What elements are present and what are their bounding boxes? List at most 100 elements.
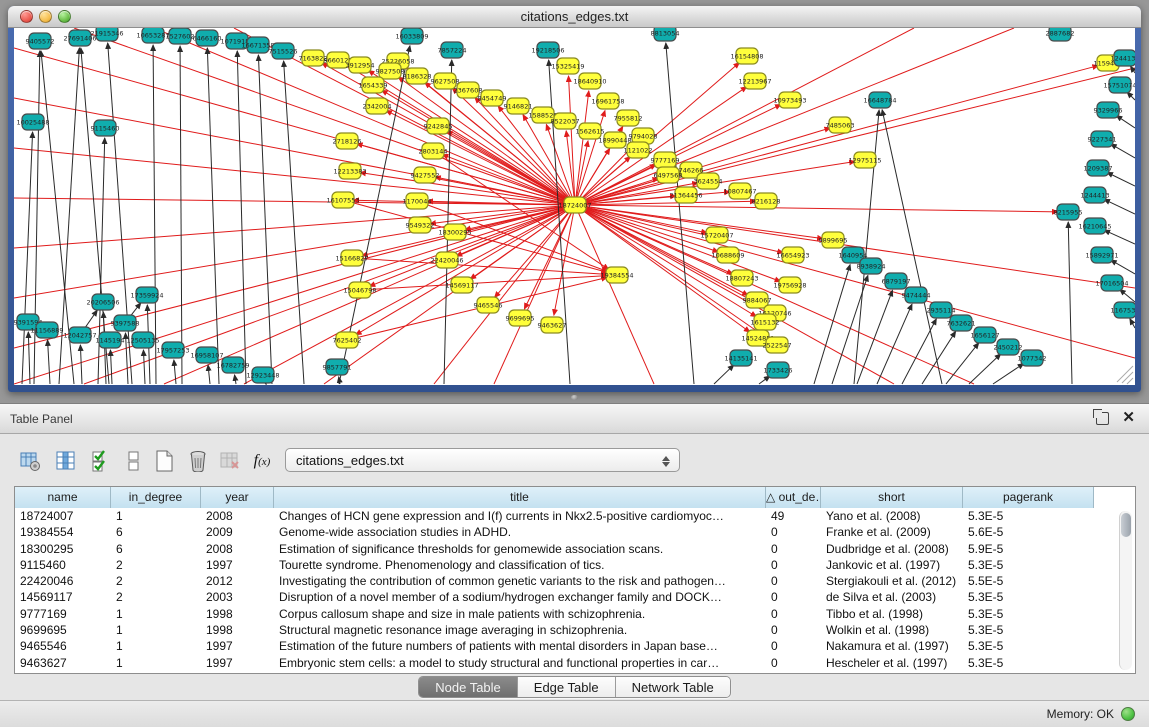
citation-edge-black[interactable]	[714, 365, 734, 384]
tab-node-table[interactable]: Node Table	[419, 677, 518, 697]
column-header-pagerank[interactable]: pagerank	[963, 487, 1094, 508]
graph-node-yellow[interactable]: 2522547	[763, 337, 792, 353]
deselect-all-icon[interactable]	[120, 446, 148, 476]
graph-node-yellow[interactable]: 9777169	[651, 152, 680, 168]
citation-edge-black[interactable]	[237, 51, 246, 384]
graph-node-teal[interactable]: 15892971	[1085, 247, 1118, 263]
graph-node-teal[interactable]: 7515526	[269, 43, 298, 59]
graph-node-teal[interactable]: 2935114	[927, 302, 956, 318]
graph-node-teal[interactable]: 8215955	[1054, 204, 1083, 220]
graph-node-teal[interactable]: 9115460	[91, 120, 120, 136]
graph-node-teal[interactable]: 12923448	[246, 367, 279, 383]
graph-node-yellow[interactable]: 16107553	[326, 192, 359, 208]
citation-edge-black[interactable]	[1111, 260, 1135, 274]
citation-edge-black[interactable]	[666, 43, 694, 384]
graph-node-yellow[interactable]: 2342004	[363, 98, 392, 114]
graph-node-yellow[interactable]: 7955812	[614, 110, 643, 126]
graph-node-teal[interactable]: 19218506	[531, 42, 564, 58]
citation-edge-black[interactable]	[1107, 172, 1135, 186]
close-panel-icon[interactable]: ✕	[1122, 409, 1135, 427]
citation-edge-black[interactable]	[1127, 92, 1135, 100]
graph-node-yellow[interactable]: 8454749	[478, 90, 507, 106]
graph-node-yellow[interactable]: 9549322	[406, 217, 435, 233]
citation-edge-black[interactable]	[1104, 230, 1135, 244]
graph-node-yellow[interactable]: 1121022	[624, 142, 653, 158]
graph-node-teal[interactable]: 12505135	[126, 332, 159, 348]
graph-node-teal[interactable]: 7632621	[947, 315, 976, 331]
graph-node-teal[interactable]: 10025488	[16, 114, 49, 130]
graph-node-teal[interactable]: 8938924	[857, 258, 886, 274]
graph-node-teal[interactable]: 6879197	[882, 273, 911, 289]
citation-edge-black[interactable]	[207, 48, 219, 384]
column-header-year[interactable]: year	[201, 487, 274, 508]
table-row[interactable]: 977716911998Corpus callosum shape and si…	[15, 606, 1135, 622]
tab-edge-table[interactable]: Edge Table	[518, 677, 616, 697]
graph-node-yellow[interactable]: 1654339	[359, 77, 388, 93]
graph-node-yellow[interactable]: 7485063	[826, 117, 855, 133]
citation-edge-black[interactable]	[284, 61, 304, 384]
graph-node-teal[interactable]: 1656127	[971, 327, 1000, 343]
graph-node-teal[interactable]: 6466160	[193, 30, 222, 46]
canvas-resize-grip[interactable]	[1127, 378, 1133, 384]
panel-resize-handle[interactable]	[571, 395, 578, 400]
graph-node-teal[interactable]: 2887682	[1046, 28, 1075, 41]
table-row[interactable]: 1830029562008Estimation of significance …	[15, 541, 1135, 557]
citation-edge-black[interactable]	[993, 364, 1024, 384]
table-row[interactable]: 1456911722003Disruption of a novel membe…	[15, 589, 1135, 605]
column-header-name[interactable]: name	[15, 487, 111, 508]
citation-edge-red[interactable]	[575, 205, 750, 332]
citation-edge-black[interactable]	[814, 265, 850, 384]
canvas-resize-grip[interactable]	[1122, 372, 1133, 383]
graph-node-yellow[interactable]: 9465546	[474, 297, 503, 313]
citation-edge-black[interactable]	[208, 365, 210, 384]
graph-node-teal[interactable]: 17359924	[130, 287, 163, 303]
graph-node-yellow[interactable]: 18640910	[573, 73, 606, 89]
table-selector-dropdown[interactable]: citations_edges.txt	[285, 448, 680, 472]
graph-node-yellow[interactable]: 15325419	[551, 58, 584, 74]
citation-edge-red[interactable]	[154, 28, 575, 205]
citation-edge-black[interactable]	[153, 45, 156, 384]
citation-edge-black[interactable]	[1068, 222, 1072, 384]
graph-node-teal[interactable]: 17016504	[1095, 275, 1128, 291]
graph-node-yellow[interactable]: 3624554	[694, 173, 723, 189]
graph-node-yellow[interactable]: 9463627	[538, 317, 567, 333]
graph-node-teal[interactable]: 2450212	[994, 339, 1023, 355]
graph-node-teal[interactable]: 1209387	[1084, 160, 1113, 176]
table-row[interactable]: 946554611997Estimation of the future num…	[15, 638, 1135, 654]
citation-edge-red[interactable]	[575, 68, 1135, 205]
table-row[interactable]: 969969511998Structural magnetic resonanc…	[15, 622, 1135, 638]
graph-node-yellow[interactable]: 19756928	[773, 277, 806, 293]
table-row[interactable]: 911546021997Tourette syndrome. Phenomeno…	[15, 557, 1135, 573]
citation-edge-red[interactable]	[575, 205, 1058, 212]
graph-node-teal[interactable]: 16648784	[863, 92, 896, 108]
table-row[interactable]: 1938455462009Genome-wide association stu…	[15, 524, 1135, 540]
citation-edge-black[interactable]	[180, 46, 182, 384]
graph-node-yellow[interactable]: 16154808	[730, 48, 763, 64]
graph-node-yellow[interactable]: 2803144	[419, 143, 448, 159]
vertical-scrollbar[interactable]	[1119, 511, 1132, 670]
float-panel-icon[interactable]	[1096, 412, 1109, 425]
citation-edge-black[interactable]	[832, 275, 868, 384]
delete-column-icon[interactable]	[184, 446, 212, 476]
citation-edge-black[interactable]	[48, 340, 50, 384]
graph-node-yellow[interactable]: 8216128	[752, 193, 781, 209]
graph-node-teal[interactable]: 1733426	[764, 362, 793, 378]
graph-node-yellow[interactable]: 1615132	[751, 314, 780, 330]
column-header-short[interactable]: short	[821, 487, 963, 508]
citation-edge-black[interactable]	[1131, 66, 1135, 73]
graph-node-yellow[interactable]: 7625402	[333, 332, 362, 348]
graph-node-teal[interactable]: 1077342	[1018, 350, 1047, 366]
graph-node-yellow[interactable]: 12213967	[738, 73, 771, 89]
citation-edge-black[interactable]	[110, 350, 112, 384]
graph-node-teal[interactable]: 9227341	[1088, 131, 1117, 147]
graph-node-yellow[interactable]: 8186328	[403, 68, 432, 84]
column-header-in_degree[interactable]: in_degree	[111, 487, 201, 508]
tab-network-table[interactable]: Network Table	[616, 677, 730, 697]
citation-edge-black[interactable]	[22, 132, 33, 384]
graph-node-teal[interactable]: 1244413	[1081, 187, 1110, 203]
citation-edge-black[interactable]	[922, 331, 956, 384]
graph-node-teal[interactable]: 9474444	[902, 287, 931, 303]
graph-node-teal[interactable]: 9329966	[1094, 102, 1123, 118]
scrollbar-thumb[interactable]	[1121, 513, 1131, 537]
citation-edge-red[interactable]	[14, 198, 575, 205]
